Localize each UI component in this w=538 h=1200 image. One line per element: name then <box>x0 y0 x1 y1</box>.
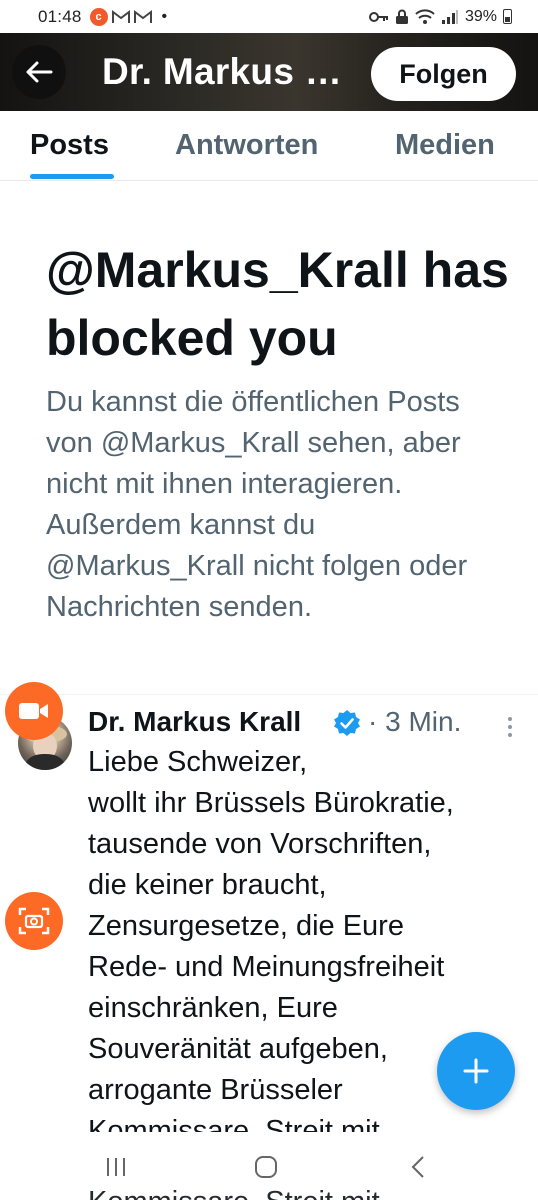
plus-icon <box>463 1058 489 1084</box>
video-record-icon <box>19 703 48 719</box>
post-more-button[interactable] <box>502 712 518 742</box>
system-icons: 39% <box>368 7 512 26</box>
header-title: Dr. Markus Krall <box>102 51 352 92</box>
more-dot-icon <box>508 717 512 721</box>
lock-icon <box>395 9 408 24</box>
more-dot-icon <box>508 725 512 729</box>
tab-posts[interactable]: Posts <box>30 129 109 162</box>
signal-icon <box>441 9 458 24</box>
recent-apps-icon <box>107 1158 125 1176</box>
compose-post-button[interactable] <box>437 1032 515 1110</box>
arrow-left-icon <box>26 61 53 83</box>
tab-media[interactable]: Medien <box>395 129 495 162</box>
post-text-peek: Kommissare, Streit mit <box>88 1186 508 1200</box>
home-icon <box>255 1156 277 1178</box>
divider <box>0 694 538 695</box>
key-icon <box>368 11 388 22</box>
status-time: 01:48 <box>38 6 82 26</box>
verified-badge-icon <box>334 710 360 736</box>
screenshot-button[interactable] <box>5 892 63 950</box>
profile-tabs: Posts Antworten Medien <box>0 111 538 181</box>
chevron-left-icon <box>411 1156 424 1178</box>
gmail-icon <box>111 9 130 24</box>
home-button[interactable] <box>246 1150 286 1184</box>
screen-record-button[interactable] <box>5 682 63 740</box>
back-nav-button[interactable] <box>398 1150 438 1184</box>
post-author-name[interactable]: Dr. Markus Krall <box>88 706 301 738</box>
back-button[interactable] <box>12 45 66 99</box>
screenshot-camera-icon <box>18 907 50 935</box>
follow-button[interactable]: Folgen <box>371 47 516 101</box>
blocked-description: Du kannst die öffentlichen Posts von @Ma… <box>46 386 468 623</box>
gmail-icon <box>133 9 152 24</box>
wifi-icon <box>415 8 435 24</box>
post-timestamp[interactable]: · 3 Min. <box>368 706 461 738</box>
notification-icons: c • <box>89 7 168 26</box>
status-bar: 01:48 c • 39% <box>0 0 538 33</box>
app-notification-icon: c <box>89 7 108 26</box>
more-notifications-dot-icon: • <box>161 7 168 25</box>
tab-replies[interactable]: Antworten <box>175 129 318 162</box>
battery-percent: 39% <box>464 7 497 25</box>
recent-apps-button[interactable] <box>96 1150 136 1184</box>
blocked-title: @Markus_Krall has blocked you <box>46 242 509 366</box>
active-tab-indicator <box>30 174 114 179</box>
more-dot-icon <box>508 733 512 737</box>
battery-icon <box>503 9 512 24</box>
profile-header: Dr. Markus Krall Folgen <box>0 33 538 111</box>
